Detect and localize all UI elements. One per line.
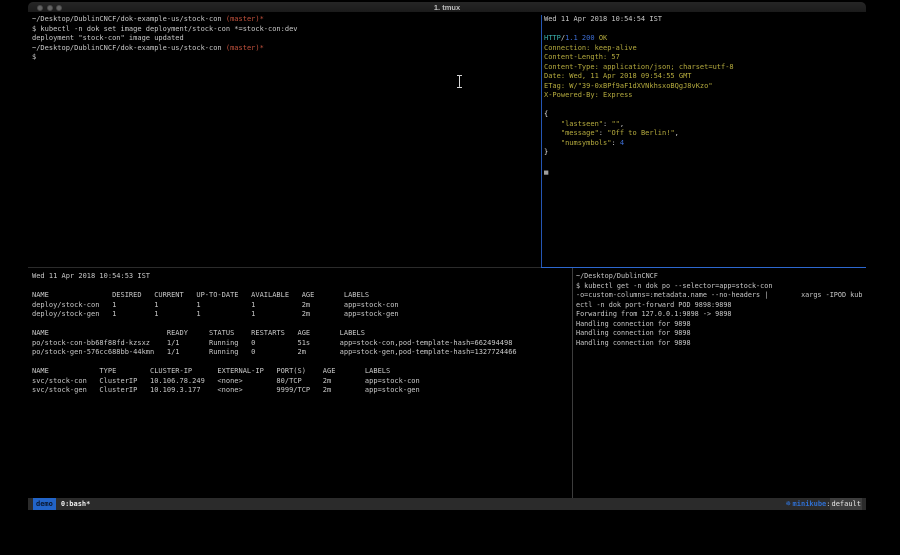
terminal-line: Handling connection for 9898: [576, 320, 864, 330]
terminal-line: [544, 25, 864, 35]
terminal-window[interactable]: 1. tmux ~/Desktop/DublinCNCF/dok-example…: [28, 2, 866, 510]
terminal-line: [32, 358, 572, 368]
pane-bottom-left-kubectl-watch[interactable]: Wed 11 Apr 2018 10:54:53 IST NAME DESIRE…: [32, 272, 572, 498]
desktop-background: 1. tmux ~/Desktop/DublinCNCF/dok-example…: [0, 0, 900, 555]
terminal-line: Handling connection for 9898: [576, 329, 864, 339]
terminal-line: X-Powered-By: Express: [544, 91, 864, 101]
terminal-line: ▄: [544, 167, 864, 177]
window-titlebar[interactable]: 1. tmux: [28, 2, 866, 13]
minimize-button[interactable]: [47, 5, 53, 11]
terminal-line: ~/Desktop/DublinCNCF/dok-example-us/stoc…: [32, 44, 541, 54]
terminal-line: Connection: keep-alive: [544, 44, 864, 54]
kube-context-name: minikube: [793, 498, 827, 510]
terminal-line: Content-Type: application/json; charset=…: [544, 63, 864, 73]
terminal-line: [544, 101, 864, 111]
terminal-line: "lastseen": "",: [544, 120, 864, 130]
pane-top-right-http-response[interactable]: Wed 11 Apr 2018 10:54:54 IST HTTP/1.1 20…: [544, 15, 864, 268]
pane-top-left-shell[interactable]: ~/Desktop/DublinCNCF/dok-example-us/stoc…: [32, 15, 541, 268]
terminal-line: $: [32, 53, 541, 63]
terminal-line: ETag: W/"39-0xBPf9aF1dXVNkhsxoBQgJ8vKzo": [544, 82, 864, 92]
terminal-line: $ kubectl get -n dok po --selector=app=s…: [576, 282, 864, 292]
terminal-line: [32, 320, 572, 330]
terminal-line: HTTP/1.1 200 OK: [544, 34, 864, 44]
terminal-line: -o=custom-columns=:metadata.name --no-he…: [576, 291, 864, 301]
window-controls: [37, 5, 62, 11]
tmux-window-tab[interactable]: 0:bash*: [61, 498, 91, 510]
terminal-line: "numsymbols": 4: [544, 139, 864, 149]
zoom-button[interactable]: [56, 5, 62, 11]
pane-bottom-right-port-forward[interactable]: ~/Desktop/DublinCNCF$ kubectl get -n dok…: [576, 272, 864, 498]
terminal-line: }: [544, 148, 864, 158]
terminal-line: Forwarding from 127.0.0.1:9898 -> 9898: [576, 310, 864, 320]
terminal-line: ~/Desktop/DublinCNCF: [576, 272, 864, 282]
terminal-line: ~/Desktop/DublinCNCF/dok-example-us/stoc…: [32, 15, 541, 25]
terminal-line: po/stock-con-bb68f88fd-kzsxz 1/1 Running…: [32, 339, 572, 349]
terminal-line: [32, 282, 572, 292]
status-bar-left: demo 0:bash*: [28, 498, 90, 510]
terminal-line: $ kubectl -n dok set image deployment/st…: [32, 25, 541, 35]
terminal-line: NAME TYPE CLUSTER-IP EXTERNAL-IP PORT(S)…: [32, 367, 572, 377]
terminal-line: Date: Wed, 11 Apr 2018 09:54:55 GMT: [544, 72, 864, 82]
terminal-line: svc/stock-con ClusterIP 10.106.78.249 <n…: [32, 377, 572, 387]
tmux-session-name: demo: [33, 498, 56, 510]
terminal-line: [544, 158, 864, 168]
terminal-line: {: [544, 110, 864, 120]
terminal-line: po/stock-gen-576cc688bb-44kmn 1/1 Runnin…: [32, 348, 572, 358]
terminal-line: NAME READY STATUS RESTARTS AGE LABELS: [32, 329, 572, 339]
kube-namespace: default: [830, 498, 862, 510]
window-title: 1. tmux: [28, 2, 866, 13]
terminal-line: Wed 11 Apr 2018 10:54:54 IST: [544, 15, 864, 25]
terminal-line: NAME DESIRED CURRENT UP-TO-DATE AVAILABL…: [32, 291, 572, 301]
terminal-line: "message": "Off to Berlin!",: [544, 129, 864, 139]
terminal-line: Wed 11 Apr 2018 10:54:53 IST: [32, 272, 572, 282]
pane-divider-vertical-bottom[interactable]: [572, 268, 573, 498]
terminal-line: svc/stock-gen ClusterIP 10.109.3.177 <no…: [32, 386, 572, 396]
kubernetes-helm-icon: ☸: [786, 498, 791, 510]
pane-divider-vertical-top[interactable]: [541, 15, 542, 267]
terminal-line: deployment "stock-con" image updated: [32, 34, 541, 44]
kube-context-indicator: ☸ minikube : default: [786, 498, 866, 510]
pane-divider-horizontal-right[interactable]: [541, 267, 866, 268]
terminal-line: Content-Length: 57: [544, 53, 864, 63]
terminal-line: deploy/stock-con 1 1 1 1 2m app=stock-co…: [32, 301, 572, 311]
tmux-status-bar: demo 0:bash* ☸ minikube : default: [28, 498, 866, 510]
pane-divider-horizontal-left[interactable]: [28, 267, 541, 268]
terminal-line: Handling connection for 9898: [576, 339, 864, 349]
terminal-line: deploy/stock-gen 1 1 1 1 2m app=stock-ge…: [32, 310, 572, 320]
close-button[interactable]: [37, 5, 43, 11]
terminal-line: ectl -n dok port-forward POD 9898:9898: [576, 301, 864, 311]
mouse-text-cursor: [456, 75, 463, 88]
